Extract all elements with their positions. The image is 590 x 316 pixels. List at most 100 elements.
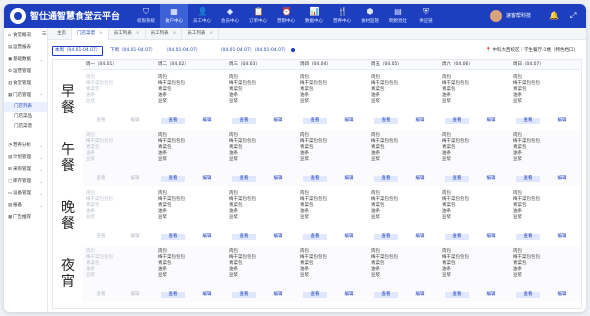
- close-icon[interactable]: ×: [173, 31, 177, 36]
- edit-button[interactable]: 编辑: [337, 118, 361, 124]
- view-button[interactable]: 查看: [445, 234, 469, 240]
- view-button[interactable]: 查看: [303, 176, 327, 182]
- view-button[interactable]: 查看: [516, 118, 540, 124]
- view-button[interactable]: 查看: [161, 292, 185, 298]
- nav-item-shield-check[interactable]: ⛨ 供应链: [412, 4, 440, 28]
- edit-button[interactable]: 编辑: [266, 292, 290, 298]
- sidebar-item-doc[interactable]: ▤运营报表: [4, 42, 47, 54]
- view-button[interactable]: 查看: [516, 292, 540, 298]
- view-button[interactable]: 查看: [89, 292, 113, 298]
- edit-button[interactable]: 编辑: [479, 234, 503, 240]
- menu-toggle-icon[interactable]: ☰: [42, 31, 46, 37]
- edit-button[interactable]: 编辑: [337, 234, 361, 240]
- view-button[interactable]: 查看: [374, 234, 398, 240]
- nav-item-badge[interactable]: ⬢ 食材监管: [356, 4, 384, 28]
- edit-button[interactable]: 编辑: [266, 118, 290, 124]
- avatar[interactable]: [490, 10, 502, 22]
- week-current[interactable]: 本周（04.01-04.07）: [52, 46, 104, 56]
- tab-4[interactable]: 员工列表 ×: [182, 28, 220, 40]
- edit-button[interactable]: 编辑: [195, 176, 219, 182]
- sidebar-item-chart[interactable]: ◔营养分析 ⌄: [4, 140, 47, 152]
- sidebar-subitem[interactable]: 门店菜谱: [4, 122, 47, 132]
- week-5[interactable]: （04.01-04.07）: [252, 46, 296, 56]
- edit-button[interactable]: 编辑: [123, 118, 147, 124]
- sidebar-item-home[interactable]: ⌂ 食堂概况: [4, 30, 47, 42]
- sidebar-item-gear[interactable]: ⚙运营管理: [4, 66, 47, 78]
- edit-button[interactable]: 编辑: [408, 118, 432, 124]
- view-button[interactable]: 查看: [374, 176, 398, 182]
- edit-button[interactable]: 编辑: [266, 234, 290, 240]
- edit-button[interactable]: 编辑: [408, 176, 432, 182]
- view-button[interactable]: 查看: [445, 118, 469, 124]
- view-button[interactable]: 查看: [445, 292, 469, 298]
- user-name[interactable]: 速客帮科技: [506, 12, 531, 19]
- sidebar-item-shop[interactable]: ▦门店管理 ⌃: [4, 90, 47, 102]
- week-3[interactable]: （04.01-04.07）: [164, 46, 200, 56]
- close-icon[interactable]: ×: [136, 31, 140, 36]
- view-button[interactable]: 查看: [303, 234, 327, 240]
- nav-item-stove[interactable]: ▤ 明厨亮灶: [384, 4, 412, 28]
- edit-button[interactable]: 编辑: [479, 292, 503, 298]
- edit-button[interactable]: 编辑: [195, 118, 219, 124]
- edit-button[interactable]: 编辑: [195, 292, 219, 298]
- edit-button[interactable]: 编辑: [123, 234, 147, 240]
- edit-button[interactable]: 编辑: [408, 292, 432, 298]
- close-icon[interactable]: ×: [99, 31, 103, 36]
- bell-icon[interactable]: 🔔: [549, 11, 559, 20]
- nav-item-diamond[interactable]: ◆ 会员中心: [216, 4, 244, 28]
- view-button[interactable]: 查看: [232, 118, 256, 124]
- view-button[interactable]: 查看: [516, 234, 540, 240]
- view-button[interactable]: 查看: [303, 118, 327, 124]
- edit-button[interactable]: 编辑: [550, 234, 574, 240]
- week-next[interactable]: 下周（04.01-04.07）: [110, 46, 155, 56]
- location-text[interactable]: 中科大西校区｜学生餐厅-1楼（特色档口）: [493, 48, 579, 53]
- sidebar-subitem[interactable]: 门店列表: [4, 102, 47, 112]
- edit-button[interactable]: 编辑: [550, 118, 574, 124]
- sidebar-item-box[interactable]: ▢库存管理 ⌄: [4, 176, 47, 188]
- location-label[interactable]: 📍 中科大西校区｜学生餐厅-1楼（特色档口）: [485, 46, 578, 56]
- sidebar-subitem[interactable]: 门店菜品: [4, 112, 47, 122]
- edit-button[interactable]: 编辑: [266, 176, 290, 182]
- edit-button[interactable]: 编辑: [123, 176, 147, 182]
- sidebar-item-cal[interactable]: ▧计划管理 ⌄: [4, 152, 47, 164]
- view-button[interactable]: 查看: [161, 234, 185, 240]
- edit-button[interactable]: 编辑: [408, 234, 432, 240]
- view-button[interactable]: 查看: [161, 118, 185, 124]
- nav-item-building[interactable]: ▦ 食户中心: [160, 4, 188, 28]
- sidebar-item-cart[interactable]: ⊞采购管理 ⌄: [4, 164, 47, 176]
- view-button[interactable]: 查看: [445, 176, 469, 182]
- nav-item-clipboard[interactable]: 📋 订单中心: [244, 4, 272, 28]
- sidebar-item-report[interactable]: ▨报备 ⌄: [4, 200, 47, 212]
- week-4[interactable]: （04.01-04.07）: [218, 46, 254, 56]
- nav-item-shield[interactable]: ⛉ 权限系统: [132, 4, 160, 28]
- view-button[interactable]: 查看: [374, 118, 398, 124]
- edit-button[interactable]: 编辑: [550, 292, 574, 298]
- edit-button[interactable]: 编辑: [337, 292, 361, 298]
- view-button[interactable]: 查看: [89, 118, 113, 124]
- edit-button[interactable]: 编辑: [479, 176, 503, 182]
- view-button[interactable]: 查看: [89, 176, 113, 182]
- close-icon[interactable]: ×: [209, 31, 213, 36]
- edit-button[interactable]: 编辑: [479, 118, 503, 124]
- view-button[interactable]: 查看: [89, 234, 113, 240]
- tab-1[interactable]: 门店菜谱 ×: [72, 28, 109, 40]
- nav-item-chart[interactable]: 📊 数据中心: [300, 4, 328, 28]
- nav-item-fork[interactable]: 🍴 营养中心: [328, 4, 356, 28]
- view-button[interactable]: 查看: [516, 176, 540, 182]
- edit-button[interactable]: 编辑: [123, 292, 147, 298]
- edit-button[interactable]: 编辑: [195, 234, 219, 240]
- sidebar-item-store[interactable]: ▥食堂管理: [4, 78, 47, 90]
- edit-button[interactable]: 编辑: [550, 176, 574, 182]
- nav-item-person[interactable]: 👤 员工中心: [188, 4, 216, 28]
- nav-item-alarm[interactable]: ⏰ 营销中心: [272, 4, 300, 28]
- view-button[interactable]: 查看: [232, 234, 256, 240]
- week-5-label[interactable]: （04.01-04.07）: [252, 48, 288, 53]
- tab-0[interactable]: 主页: [52, 28, 72, 40]
- edit-button[interactable]: 编辑: [337, 176, 361, 182]
- sidebar-item-ad[interactable]: ▩广告推荐: [4, 212, 47, 224]
- sidebar-item-device[interactable]: ▭设备管理 ⌄: [4, 188, 47, 200]
- tab-3[interactable]: 员工列表 ×: [146, 28, 183, 40]
- view-button[interactable]: 查看: [232, 176, 256, 182]
- fullscreen-icon[interactable]: ⤢: [570, 11, 576, 20]
- view-button[interactable]: 查看: [232, 292, 256, 298]
